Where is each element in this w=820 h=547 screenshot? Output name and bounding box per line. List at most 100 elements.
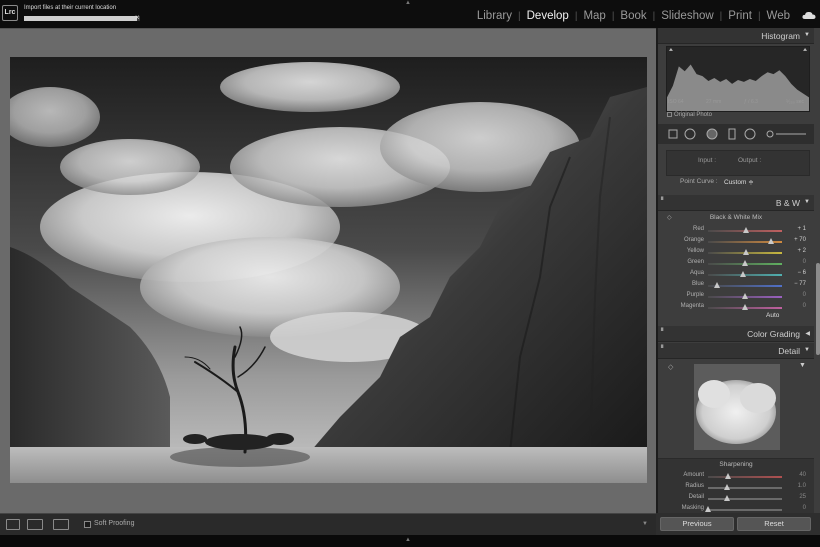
- detail-preview-menu-icon[interactable]: ▼: [799, 362, 806, 369]
- slider-track[interactable]: [708, 509, 782, 511]
- slider-label: Red: [692, 226, 704, 232]
- slider-value[interactable]: 0: [803, 259, 806, 265]
- module-print[interactable]: Print: [728, 10, 752, 22]
- module-separator: |: [611, 10, 615, 22]
- slider-track[interactable]: [708, 487, 782, 489]
- slider-thumb[interactable]: [705, 506, 711, 512]
- previous-button[interactable]: Previous: [660, 517, 734, 531]
- module-develop[interactable]: Develop: [527, 10, 569, 22]
- right-panel: Histogram ▼ ISO 64 27 mm ƒ / 6.3 ⅟₂₅₀ se…: [656, 28, 820, 535]
- slider-value[interactable]: + 70: [794, 237, 806, 243]
- top-panel-toggle-icon[interactable]: ▲: [405, 0, 411, 6]
- slider-label: Blue: [691, 281, 704, 287]
- module-separator: |: [652, 10, 656, 22]
- slider-thumb[interactable]: [767, 238, 774, 244]
- bw-slider-yellow[interactable]: Yellow + 2: [658, 248, 814, 259]
- slider-thumb[interactable]: [713, 282, 720, 288]
- cloud-icon[interactable]: [802, 11, 816, 19]
- slider-track[interactable]: [708, 498, 782, 500]
- detail-header[interactable]: ▘ Detail ▼: [658, 343, 814, 359]
- before-after-button[interactable]: [27, 519, 43, 530]
- slider-thumb[interactable]: [723, 484, 730, 490]
- bw-slider-green[interactable]: Green 0: [658, 259, 814, 270]
- slider-value[interactable]: − 77: [794, 281, 806, 287]
- bw-slider-orange[interactable]: Orange + 70: [658, 237, 814, 248]
- sharpening-slider-detail[interactable]: Detail 25: [658, 494, 814, 505]
- slider-value[interactable]: 0: [803, 303, 806, 309]
- bw-header[interactable]: ▘ B & W ▼: [658, 195, 814, 211]
- bw-slider-red[interactable]: Red + 1: [658, 226, 814, 237]
- module-library[interactable]: Library: [477, 10, 512, 22]
- color-grading-header[interactable]: ▘ Color Grading ◀: [658, 326, 814, 342]
- bw-mix-title: Black & White Mix: [709, 214, 763, 221]
- focal-length: 27 mm: [706, 99, 722, 105]
- module-book[interactable]: Book: [620, 10, 646, 22]
- original-photo-checkbox[interactable]: [667, 112, 672, 117]
- brush-tool-icon[interactable]: [766, 130, 774, 138]
- slider-thumb[interactable]: [742, 249, 749, 255]
- bottom-toolbar: Soft Proofing ▼: [0, 513, 656, 535]
- detail-target-icon[interactable]: ◇: [668, 363, 673, 371]
- slider-thumb[interactable]: [739, 271, 746, 277]
- original-photo-toggle[interactable]: Original Photo: [667, 112, 712, 118]
- iso-value: ISO 64: [668, 99, 684, 105]
- reset-button[interactable]: Reset: [737, 517, 811, 531]
- point-curve-dropdown[interactable]: Custom ≑: [724, 178, 754, 186]
- slider-thumb[interactable]: [742, 260, 748, 266]
- slider-value[interactable]: 1.0: [798, 483, 806, 489]
- panel-scrollbar[interactable]: [816, 263, 820, 355]
- slider-thumb[interactable]: [742, 293, 748, 299]
- filmstrip-toggle-icon[interactable]: ▲: [405, 537, 411, 543]
- yy-view-button[interactable]: [53, 519, 69, 530]
- expand-icon: ◀: [805, 331, 810, 337]
- histogram-title: Histogram: [761, 31, 800, 41]
- detail-zoom-preview[interactable]: [694, 364, 780, 450]
- bw-slider-purple[interactable]: Purple 0: [658, 292, 814, 303]
- bw-auto-button[interactable]: Auto: [766, 312, 779, 319]
- crop-tool-icon[interactable]: [668, 129, 678, 139]
- healing-tool-icon[interactable]: [684, 128, 696, 140]
- module-separator: |: [719, 10, 723, 22]
- toolbar-menu-icon[interactable]: ▼: [642, 521, 648, 527]
- slider-thumb[interactable]: [724, 473, 731, 479]
- module-map[interactable]: Map: [583, 10, 605, 22]
- loupe-view-button[interactable]: [6, 519, 20, 530]
- module-slideshow[interactable]: Slideshow: [661, 10, 713, 22]
- slider-thumb[interactable]: [742, 304, 748, 310]
- tool-strip: [658, 124, 814, 144]
- slider-thumb[interactable]: [742, 227, 749, 233]
- slider-value[interactable]: 40: [799, 472, 806, 478]
- sharpening-slider-radius[interactable]: Radius 1.0: [658, 483, 814, 494]
- slider-label: Yellow: [686, 248, 704, 254]
- bw-slider-magenta[interactable]: Magenta 0: [658, 303, 814, 314]
- tone-output-label: Output :: [738, 157, 762, 164]
- bw-slider-blue[interactable]: Blue − 77: [658, 281, 814, 292]
- collapse-icon: ▼: [804, 199, 810, 205]
- bw-slider-aqua[interactable]: Aqua − 6: [658, 270, 814, 281]
- collapse-icon: ▼: [804, 32, 810, 38]
- slider-value[interactable]: + 2: [797, 248, 806, 254]
- redeye-tool-icon[interactable]: [728, 128, 736, 140]
- slider-label: Green: [687, 259, 704, 265]
- slider-value[interactable]: − 6: [797, 270, 806, 276]
- photo-preview[interactable]: [10, 57, 647, 483]
- module-separator: |: [518, 10, 521, 22]
- slider-value[interactable]: 25: [799, 494, 806, 500]
- slider-value[interactable]: 0: [803, 292, 806, 298]
- slider-label: Amount: [683, 472, 704, 478]
- slider-label: Orange: [683, 237, 704, 243]
- bw-title: B & W: [775, 198, 800, 208]
- slider-value[interactable]: + 1: [797, 226, 806, 232]
- slider-value[interactable]: 0: [803, 505, 806, 511]
- histogram-header[interactable]: Histogram ▼: [658, 28, 814, 44]
- preset-tool-icon[interactable]: [744, 128, 756, 140]
- import-cancel-button[interactable]: ×: [135, 13, 140, 22]
- slider-track[interactable]: [708, 476, 782, 478]
- module-web[interactable]: Web: [767, 10, 790, 22]
- masking-tool-icon[interactable]: [706, 128, 718, 140]
- sharpening-slider-amount[interactable]: Amount 40: [658, 472, 814, 483]
- soft-proofing-checkbox[interactable]: [84, 521, 91, 528]
- original-photo-label: Original Photo: [674, 112, 713, 118]
- slider-thumb[interactable]: [723, 495, 730, 501]
- point-curve-row: Point Curve : Custom ≑: [666, 178, 810, 190]
